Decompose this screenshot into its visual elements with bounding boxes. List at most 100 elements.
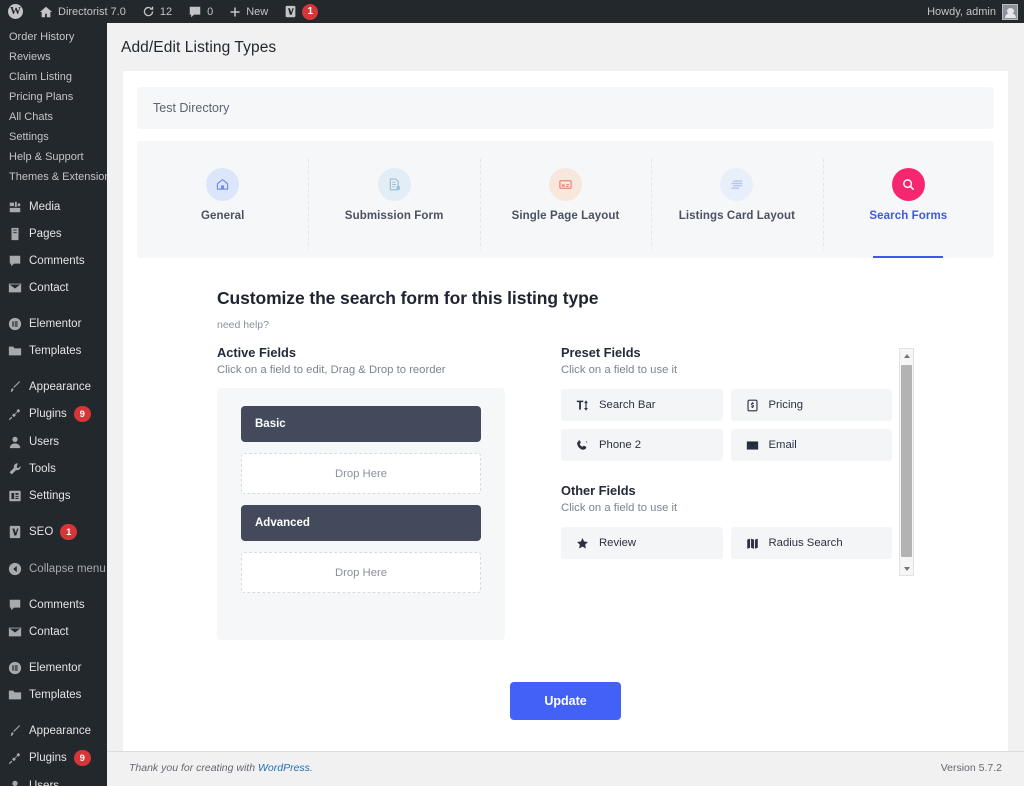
sidebar-item-seo[interactable]: SEO 1 (0, 518, 107, 546)
other-fields-grid[interactable]: Review Radius Search (561, 527, 892, 559)
sidebar-item-elementor[interactable]: Elementor (0, 310, 107, 337)
update-button[interactable]: Update (510, 682, 621, 720)
sidebar-item-users[interactable]: Users (0, 428, 107, 455)
tab-single-page-layout[interactable]: Single Page Layout (479, 159, 651, 258)
sidebar-item-settings[interactable]: Settings (0, 482, 107, 509)
field-chip-review[interactable]: Review (561, 527, 723, 559)
updates-count: 12 (159, 5, 173, 18)
comments-count: 0 (207, 5, 214, 18)
sidebar-item-media[interactable]: Media (0, 193, 107, 220)
sidebar-item-pages[interactable]: Pages (0, 220, 107, 247)
sidebar-item-label: Media (29, 200, 61, 213)
scroll-up-arrow-icon[interactable] (900, 349, 913, 362)
tab-search-forms[interactable]: Search Forms (822, 159, 994, 258)
howdy-label: Howdy, admin (927, 5, 996, 18)
sidebar-submenu-item[interactable]: Pricing Plans (9, 87, 107, 107)
sidebar-submenu-item[interactable]: Claim Listing (9, 67, 107, 87)
seo-menu[interactable]: 1 (276, 0, 326, 23)
wordpress-link[interactable]: WordPress (258, 762, 310, 774)
field-chip-phone-2[interactable]: Phone 2 (561, 429, 723, 461)
footer-thanks-suffix: . (309, 762, 313, 774)
field-chip-label: Review (599, 537, 637, 549)
new-content-menu[interactable]: New (221, 0, 276, 23)
field-chip-label: Radius Search (768, 537, 843, 549)
wrench-icon (7, 461, 22, 476)
sidebar-submenu-item[interactable]: Help & Support (9, 147, 107, 167)
site-name-label: Directorist 7.0 (58, 5, 126, 18)
sidebar-item-appearance[interactable]: Appearance (0, 717, 107, 744)
tab-submission-form[interactable]: Submission Form (308, 159, 479, 258)
field-group-header[interactable]: Advanced (241, 505, 481, 541)
content-card: Test Directory General Submission Form Sin… (123, 71, 1008, 751)
account-menu[interactable]: Howdy, admin (927, 3, 1024, 20)
media-icon (7, 199, 22, 214)
sidebar-submenu-item[interactable]: All Chats (9, 107, 107, 127)
need-help-link[interactable]: need help? (217, 319, 914, 331)
text-size-icon (576, 399, 589, 412)
sidebar-separator (0, 582, 107, 591)
fields-scrollbar[interactable] (899, 348, 914, 576)
field-chip-search-bar[interactable]: Search Bar (561, 389, 723, 421)
comments-menu[interactable]: 0 (180, 0, 221, 23)
preset-fields-grid[interactable]: Search Bar Pricing Phone 2 Email (561, 389, 892, 461)
sidebar-item-tools[interactable]: Tools (0, 455, 107, 482)
sidebar-item-plugins[interactable]: Plugins 9 (0, 744, 107, 772)
sidebar-separator (0, 509, 107, 518)
active-fields-subtitle: Click on a field to edit, Drag & Drop to… (217, 364, 446, 376)
sidebar-item-comments[interactable]: Comments (0, 591, 107, 618)
sidebar-item-plugins[interactable]: Plugins 9 (0, 400, 107, 428)
sidebar-item-label: Contact (29, 281, 69, 294)
map-icon (746, 537, 759, 550)
sidebar-separator (0, 301, 107, 310)
comment-bubble-icon (7, 253, 22, 268)
sidebar-item-label: Users (29, 435, 60, 448)
sidebar-submenu-item[interactable]: Order History (9, 27, 107, 47)
sidebar-item-templates[interactable]: Templates (0, 337, 107, 364)
folder-icon (7, 687, 22, 702)
drop-zone[interactable]: Drop Here (241, 552, 481, 593)
yoast-seo-icon (284, 5, 297, 18)
wp-logo-menu[interactable] (0, 0, 31, 23)
sidebar-item-contact[interactable]: Contact (0, 274, 107, 301)
sidebar-submenu-item[interactable]: Settings (9, 127, 107, 147)
sidebar-item-users[interactable]: Users (0, 772, 107, 786)
sidebar-item-elementor[interactable]: Elementor (0, 654, 107, 681)
tab-general[interactable]: General (137, 159, 308, 258)
collapse-arrow-icon (7, 561, 22, 576)
sidebar-item-comments[interactable]: Comments (0, 247, 107, 274)
drop-zone[interactable]: Drop Here (241, 453, 481, 494)
tab-listings-card-layout[interactable]: Listings Card Layout (651, 159, 822, 258)
sidebar-item-contact[interactable]: Contact (0, 618, 107, 645)
field-chip-pricing[interactable]: Pricing (730, 389, 892, 421)
scroll-down-arrow-icon[interactable] (900, 562, 913, 575)
updates-menu[interactable]: 12 (134, 0, 180, 23)
sidebar-submenu-item[interactable]: Themes & Extensions (9, 167, 107, 187)
preset-fields-subtitle: Click on a field to use it (561, 364, 678, 376)
search-form-builder: Customize the search form for this listi… (137, 258, 994, 640)
plug-icon (7, 751, 22, 766)
sidebar-item-badge: 9 (73, 750, 91, 766)
wordpress-logo-icon (8, 4, 23, 19)
elementor-icon (7, 660, 22, 675)
builder-heading: Customize the search form for this listi… (217, 288, 599, 308)
field-chip-email[interactable]: Email (730, 429, 892, 461)
sidebar-item-label: Comments (29, 254, 85, 267)
sidebar-item-label: Plugins (29, 408, 67, 420)
preset-fields-title: Preset Fields (561, 345, 641, 360)
admin-footer: Thank you for creating with WordPress. V… (107, 751, 1024, 786)
admin-sidebar[interactable]: Order History Reviews Claim Listing Pricing… (0, 23, 107, 786)
sidebar-submenu-item[interactable]: Reviews (9, 47, 107, 67)
field-group-header[interactable]: Basic (241, 406, 481, 442)
active-fields-panel[interactable]: Basic Drop Here Advanced Drop Here (217, 388, 505, 640)
listing-type-tabs[interactable]: General Submission Form Single Page Layout… (137, 141, 994, 258)
field-chip-radius-search[interactable]: Radius Search (730, 527, 892, 559)
scrollbar-thumb[interactable] (901, 365, 912, 557)
sidebar-item-collapse-menu[interactable]: Collapse menu (0, 555, 107, 582)
sidebar-item-badge: 9 (73, 406, 91, 422)
sidebar-item-templates[interactable]: Templates (0, 681, 107, 708)
directorist-submenu[interactable]: Order History Reviews Claim Listing Pricing… (0, 23, 107, 193)
price-tag-icon (746, 399, 759, 412)
sidebar-item-appearance[interactable]: Appearance (0, 373, 107, 400)
site-name-menu[interactable]: Directorist 7.0 (31, 0, 134, 23)
sidebar-item-label: Appearance (29, 380, 92, 393)
